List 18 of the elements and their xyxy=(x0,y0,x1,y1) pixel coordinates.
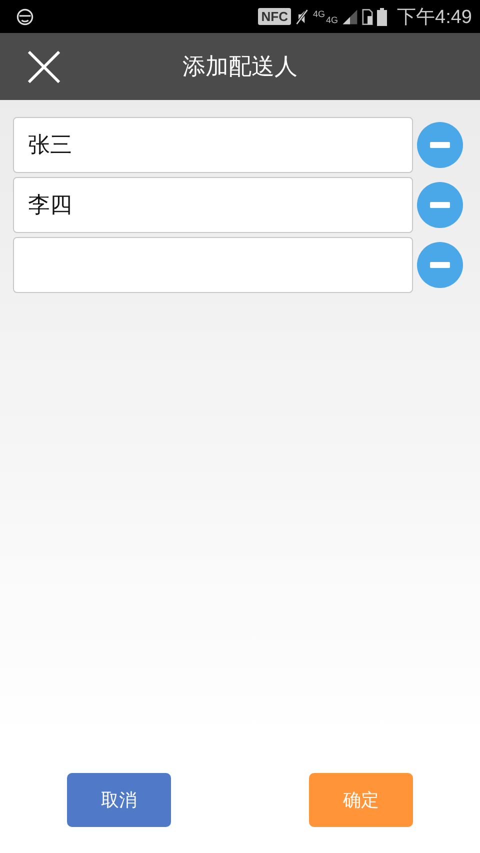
name-field[interactable] xyxy=(13,237,413,293)
remove-icon[interactable] xyxy=(417,122,463,168)
sim-icon xyxy=(362,8,374,26)
nfc-badge: NFC xyxy=(258,8,291,25)
face-icon xyxy=(16,8,34,26)
status-time: 下午4:49 xyxy=(397,6,472,30)
remove-icon[interactable] xyxy=(417,242,463,288)
signal-icon xyxy=(342,8,358,26)
mute-icon xyxy=(294,6,309,26)
name-field[interactable]: 李四 xyxy=(13,177,413,233)
remove-icon[interactable] xyxy=(417,182,463,228)
page-title: 添加配送人 xyxy=(182,53,298,82)
network-type: 4G xyxy=(326,14,338,24)
close-icon[interactable] xyxy=(27,50,61,84)
name-field[interactable]: 张三 xyxy=(13,117,413,173)
network-type: 4G xyxy=(312,8,325,18)
battery-icon xyxy=(377,8,388,26)
action-button[interactable]: 取消 xyxy=(67,773,171,827)
